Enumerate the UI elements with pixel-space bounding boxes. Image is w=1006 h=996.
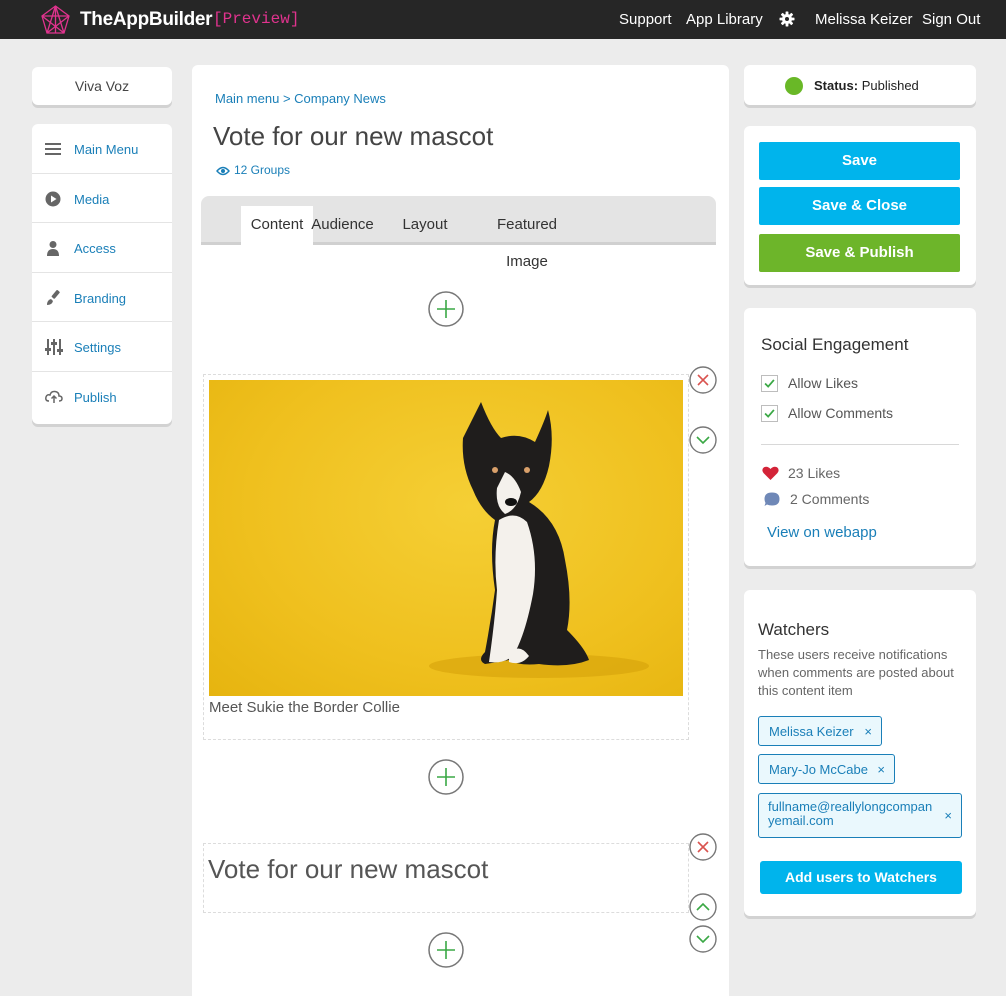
brand-name[interactable]: TheAppBuilder [80, 9, 213, 31]
remove-watcher-icon[interactable]: × [944, 809, 952, 823]
sidebar-item-label: Branding [74, 290, 127, 306]
sidebar-item-publish[interactable]: Publish [32, 372, 172, 422]
allow-likes-label: Allow Likes [788, 375, 859, 391]
social-engagement-card: Social Engagement Allow Likes Allow Comm… [744, 308, 976, 566]
editor-tabs: Content Audience Layout Featured Image [201, 196, 716, 270]
support-link[interactable]: Support [619, 11, 672, 28]
tab-content[interactable]: Content [241, 206, 313, 245]
content-editor: Main menu > Company News Vote for our ne… [192, 65, 729, 996]
breadcrumb-main-menu[interactable]: Main menu [215, 91, 279, 106]
watcher-chip[interactable]: Mary-Jo McCabe × [758, 754, 895, 784]
sidebar-item-label: Media [74, 191, 110, 207]
status-dot [785, 77, 803, 95]
tab-layout[interactable]: Layout [399, 206, 451, 245]
preview-tag: [Preview] [213, 10, 300, 28]
sidebar-item-main-menu[interactable]: Main Menu [32, 124, 172, 174]
add-watchers-button[interactable]: Add users to Watchers [760, 861, 962, 894]
allow-comments-checkbox[interactable] [761, 405, 778, 422]
breadcrumb-separator: > [282, 91, 291, 106]
gear-icon[interactable] [779, 11, 795, 27]
actions-card: Save Save & Close Save & Publish [744, 126, 976, 285]
view-on-webapp-link[interactable]: View on webapp [767, 524, 877, 541]
save-button[interactable]: Save [759, 142, 960, 180]
sidebar-item-access[interactable]: Access [32, 223, 172, 273]
tab-audience[interactable]: Audience [305, 206, 380, 245]
page-title: Vote for our new mascot [213, 121, 494, 151]
watcher-name: Mary-Jo McCabe [769, 762, 868, 777]
allow-comments-label: Allow Comments [788, 405, 894, 421]
sidebar-item-settings[interactable]: Settings [32, 322, 172, 372]
groups-count: 12 Groups [234, 163, 291, 177]
status-badge: Published [861, 78, 919, 93]
app-name-card[interactable]: Viva Voz [32, 67, 172, 105]
watchers-title: Watchers [758, 620, 830, 639]
remove-watcher-icon[interactable]: × [877, 762, 885, 777]
add-block-plus-icon[interactable] [428, 932, 464, 968]
user-name[interactable]: Melissa Keizer [815, 11, 913, 28]
play-icon [45, 191, 61, 206]
image-caption[interactable]: Meet Sukie the Border Collie [209, 699, 400, 716]
menu-icon [45, 143, 61, 155]
sign-out-link[interactable]: Sign Out [922, 11, 980, 28]
add-block-plus-icon[interactable] [428, 759, 464, 795]
breadcrumb-company-news[interactable]: Company News [294, 91, 386, 106]
save-publish-button[interactable]: Save & Publish [759, 234, 960, 272]
groups-link[interactable]: 12 Groups [216, 163, 290, 177]
status-text: Status: Published [814, 78, 919, 93]
remove-block-icon[interactable] [689, 833, 717, 861]
app-logo-icon[interactable] [40, 4, 71, 35]
brush-icon [47, 289, 60, 305]
comment-icon [764, 492, 780, 506]
sidebar-item-label: Access [74, 241, 116, 256]
dog-photo [209, 380, 683, 696]
eye-icon [216, 166, 230, 176]
sidebar-nav: Main Menu Media Access Branding Settings… [32, 124, 172, 424]
allow-likes-checkbox[interactable] [761, 375, 778, 392]
watchers-card: Watchers These users receive notificatio… [744, 590, 976, 916]
top-bar: TheAppBuilder [Preview] Support App Libr… [0, 0, 1006, 39]
watcher-name: Melissa Keizer [769, 724, 854, 739]
sidebar-item-label: Publish [74, 389, 117, 405]
remove-watcher-icon[interactable]: × [864, 724, 872, 739]
heart-icon [762, 466, 779, 480]
social-title: Social Engagement [761, 335, 909, 354]
watcher-name: fullname@reallylongcompanyemail.com [768, 799, 933, 828]
tab-featured-image[interactable]: Featured Image [476, 206, 578, 270]
move-down-icon[interactable] [689, 925, 717, 953]
move-down-icon[interactable] [689, 426, 717, 454]
sidebar-item-label: Settings [74, 340, 121, 355]
move-up-icon[interactable] [689, 893, 717, 921]
app-library-link[interactable]: App Library [686, 11, 763, 28]
sidebar-item-branding[interactable]: Branding [32, 273, 172, 322]
breadcrumb: Main menu > Company News [215, 91, 386, 106]
save-close-button[interactable]: Save & Close [759, 187, 960, 225]
divider [761, 444, 959, 445]
user-icon [47, 241, 59, 256]
comments-count: 2 Comments [790, 491, 870, 507]
sidebar-item-media[interactable]: Media [32, 174, 172, 223]
status-label: Status: [814, 78, 859, 93]
status-card: Status: Published [744, 65, 976, 105]
sliders-icon [45, 339, 63, 355]
sidebar-item-label: Main Menu [74, 142, 139, 157]
watcher-chip[interactable]: fullname@reallylongcompanyemail.com × [758, 793, 962, 838]
remove-block-icon[interactable] [689, 366, 717, 394]
add-block-plus-icon[interactable] [428, 291, 464, 327]
text-block-title[interactable]: Vote for our new mascot [208, 854, 488, 885]
likes-count: 23 Likes [788, 465, 841, 481]
watchers-description: These users receive notifications when c… [758, 647, 954, 698]
cloud-upload-icon [45, 390, 63, 403]
watcher-chip[interactable]: Melissa Keizer × [758, 716, 882, 746]
